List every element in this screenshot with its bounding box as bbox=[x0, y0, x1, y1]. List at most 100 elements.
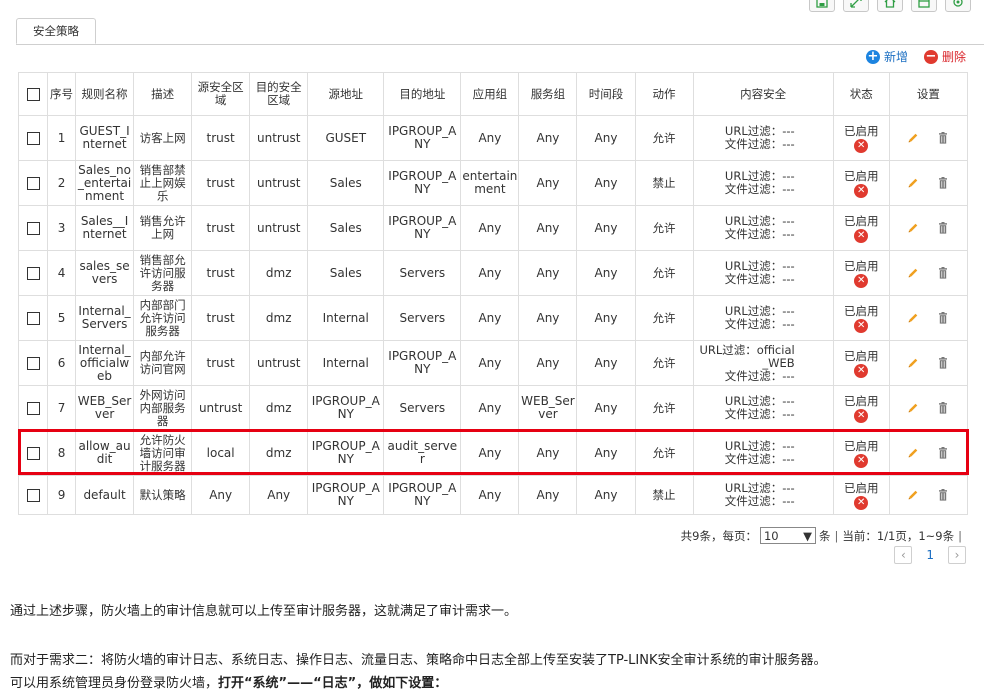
settings-cell bbox=[888, 160, 969, 206]
table-row[interactable]: 2 Sales_no_entertainment 销售部禁止上网娱乐 trust unt… bbox=[17, 160, 969, 206]
disable-icon[interactable]: ✕ bbox=[854, 228, 869, 243]
dest-zone-cell: dmz bbox=[249, 250, 309, 296]
status-cell: 已启用 ✕ bbox=[832, 205, 890, 251]
description-cell: 允许防火墙访问审计服务器 bbox=[133, 430, 193, 476]
tab-security-policy[interactable]: 安全策略 bbox=[16, 18, 96, 44]
prev-page-button[interactable]: ‹ bbox=[894, 546, 913, 564]
table-row[interactable]: 3 Sales__Internet 销售允许上网 trust untrust Sales I… bbox=[17, 205, 969, 251]
row-select-cell[interactable] bbox=[17, 340, 49, 386]
pagination-nav: ‹ 1 › bbox=[894, 546, 966, 564]
status-cell: 已启用 ✕ bbox=[832, 430, 890, 476]
save-icon[interactable] bbox=[809, 0, 835, 12]
table-row[interactable]: 1 GUEST_Internet 访客上网 trust untrust GUSET IPGR… bbox=[17, 115, 969, 161]
source-address-cell: Internal bbox=[307, 295, 385, 341]
disable-icon[interactable]: ✕ bbox=[854, 183, 869, 198]
content-security-cell: URL过滤：official_WEB 文件过滤：--- bbox=[692, 340, 834, 386]
row-number-cell: 7 bbox=[47, 385, 77, 431]
row-checkbox[interactable] bbox=[26, 266, 40, 280]
add-button[interactable]: + 新增 bbox=[865, 48, 908, 65]
file-filter-label: 文件过滤： bbox=[724, 494, 783, 508]
row-select-cell[interactable] bbox=[17, 205, 49, 251]
disable-icon[interactable]: ✕ bbox=[854, 408, 869, 423]
row-checkbox[interactable] bbox=[26, 488, 40, 502]
source-zone-cell: trust bbox=[191, 295, 251, 341]
trash-icon[interactable] bbox=[936, 488, 950, 502]
disable-icon[interactable]: ✕ bbox=[854, 453, 869, 468]
table-row[interactable]: 5 Internal_Servers 内部部门允许访问服务器 trust dmz Inte… bbox=[17, 295, 969, 341]
row-select-cell[interactable] bbox=[17, 250, 49, 296]
delete-button[interactable]: − 删除 bbox=[923, 48, 966, 65]
row-checkbox[interactable] bbox=[26, 176, 40, 190]
trash-icon[interactable] bbox=[936, 356, 950, 370]
source-zone-cell: trust bbox=[191, 115, 251, 161]
status-label: 已启用 bbox=[843, 168, 879, 183]
trash-icon[interactable] bbox=[936, 176, 950, 190]
header-cell: 时间段 bbox=[576, 72, 636, 116]
table-row[interactable]: 4 sales_severs 销售部允许访问服务器 trust dmz Sales Serv… bbox=[17, 250, 969, 296]
source-zone-cell: local bbox=[191, 430, 251, 476]
url-filter-value: --- bbox=[782, 124, 795, 138]
select-all-cell[interactable] bbox=[17, 72, 49, 116]
row-select-cell[interactable] bbox=[17, 475, 49, 515]
row-checkbox[interactable] bbox=[26, 221, 40, 235]
edit-icon[interactable] bbox=[906, 401, 920, 415]
disable-icon[interactable]: ✕ bbox=[854, 318, 869, 333]
table-row-highlighted[interactable]: 8 allow_audit 允许防火墙访问审计服务器 local dmz IPGROUP_… bbox=[17, 430, 969, 476]
time-range-cell: Any bbox=[576, 430, 636, 476]
add-label: 新增 bbox=[883, 50, 908, 64]
row-select-cell[interactable] bbox=[17, 295, 49, 341]
table-row[interactable]: 9 default 默认策略 Any Any IPGROUP_ANY IPGROUP_ANY… bbox=[17, 475, 969, 515]
file-filter-line: 文件过滤：--- bbox=[695, 453, 795, 466]
row-select-cell[interactable] bbox=[17, 160, 49, 206]
edit-icon[interactable] bbox=[906, 266, 920, 280]
row-select-cell[interactable] bbox=[17, 430, 49, 476]
edit-icon[interactable] bbox=[906, 356, 920, 370]
table-row[interactable]: 6 Internal_officialweb 内部允许访问官网 trust untrus… bbox=[17, 340, 969, 386]
edit-icon[interactable] bbox=[906, 131, 920, 145]
row-select-cell[interactable] bbox=[17, 115, 49, 161]
row-checkbox[interactable] bbox=[26, 446, 40, 460]
service-group-cell: Any bbox=[518, 205, 578, 251]
status-cell: 已启用 ✕ bbox=[832, 385, 890, 431]
service-group-cell: Any bbox=[518, 475, 578, 515]
disable-icon[interactable]: ✕ bbox=[854, 138, 869, 153]
edit-icon[interactable] bbox=[906, 221, 920, 235]
service-group-cell: Any bbox=[518, 340, 578, 386]
trash-icon[interactable] bbox=[936, 401, 950, 415]
expand-icon[interactable] bbox=[843, 0, 869, 12]
home-icon[interactable] bbox=[877, 0, 903, 12]
row-checkbox[interactable] bbox=[26, 311, 40, 325]
edit-icon[interactable] bbox=[906, 446, 920, 460]
rule-name-cell: allow_audit bbox=[75, 430, 135, 476]
service-group-cell: Any bbox=[518, 430, 578, 476]
edit-icon[interactable] bbox=[906, 176, 920, 190]
select-all-checkbox[interactable] bbox=[26, 87, 40, 101]
trash-icon[interactable] bbox=[936, 221, 950, 235]
settings-icon[interactable] bbox=[945, 0, 971, 12]
trash-icon[interactable] bbox=[936, 446, 950, 460]
row-checkbox[interactable] bbox=[26, 401, 40, 415]
trash-icon[interactable] bbox=[936, 266, 950, 280]
app-group-cell: Any bbox=[460, 250, 520, 296]
window-icon[interactable] bbox=[911, 0, 937, 12]
page-number[interactable]: 1 bbox=[920, 548, 940, 562]
disable-icon[interactable]: ✕ bbox=[854, 495, 869, 510]
disable-icon[interactable]: ✕ bbox=[854, 363, 869, 378]
disable-icon[interactable]: ✕ bbox=[854, 273, 869, 288]
trash-icon[interactable] bbox=[936, 311, 950, 325]
row-checkbox[interactable] bbox=[26, 356, 40, 370]
edit-icon[interactable] bbox=[906, 488, 920, 502]
row-checkbox[interactable] bbox=[26, 131, 40, 145]
file-filter-label: 文件过滤： bbox=[724, 368, 783, 383]
per-page-select[interactable]: 10 ▼ bbox=[759, 527, 816, 544]
url-filter-value: --- bbox=[782, 439, 795, 453]
table-row[interactable]: 7 WEB_Server 外网访问内部服务器 untrust dmz IPGROUP_AN… bbox=[17, 385, 969, 431]
content-security-cell: URL过滤：--- 文件过滤：--- bbox=[692, 115, 834, 161]
trash-icon[interactable] bbox=[936, 131, 950, 145]
dropdown-arrow-icon: ▼ bbox=[803, 528, 812, 543]
next-page-button[interactable]: › bbox=[948, 546, 966, 564]
url-filter-label: URL过滤： bbox=[724, 481, 783, 495]
settings-cell bbox=[888, 115, 969, 161]
row-select-cell[interactable] bbox=[17, 385, 49, 431]
edit-icon[interactable] bbox=[906, 311, 920, 325]
